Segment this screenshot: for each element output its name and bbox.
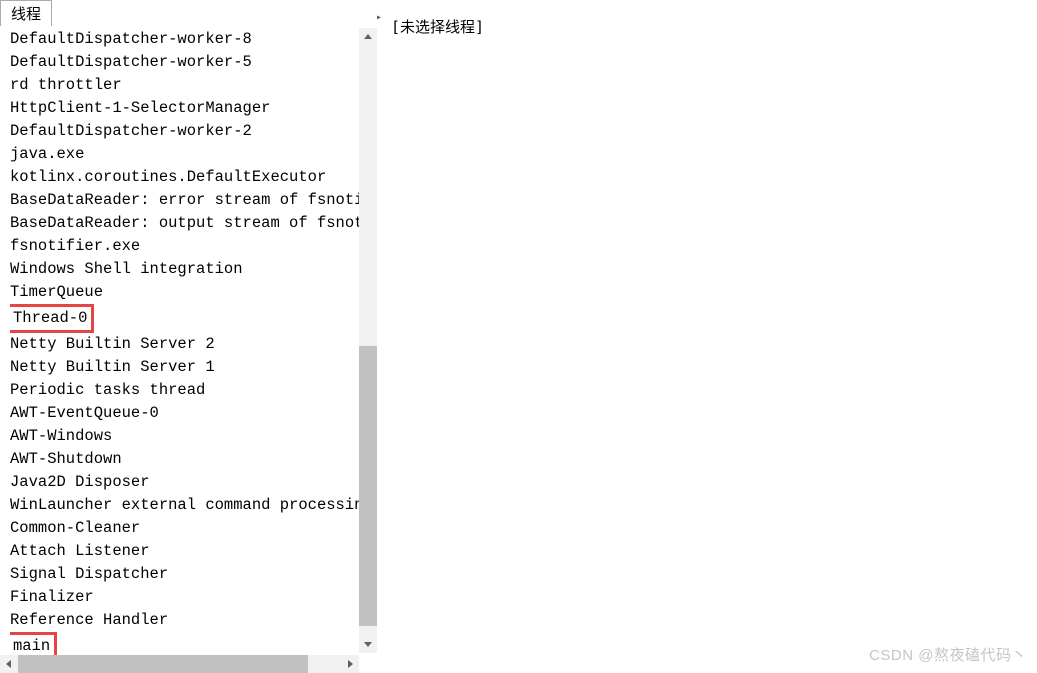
thread-list[interactable]: DefaultDispatcher-worker-8DefaultDispatc… [0,28,377,673]
caret-icon: ▸ [376,12,382,23]
thread-item[interactable]: Attach Listener [10,540,377,563]
tab-bar: 线程 [0,0,377,28]
thread-item[interactable]: Finalizer [10,586,377,609]
thread-item[interactable]: Java2D Disposer [10,471,377,494]
thread-item[interactable]: Netty Builtin Server 1 [10,356,377,379]
thread-item[interactable]: Periodic tasks thread [10,379,377,402]
thread-item[interactable]: java.exe [10,143,377,166]
horizontal-scrollbar[interactable] [0,655,359,673]
thread-item[interactable]: Common-Cleaner [10,517,377,540]
thread-item[interactable]: DefaultDispatcher-worker-5 [10,51,377,74]
vertical-scrollbar[interactable] [359,28,377,653]
thread-item[interactable]: DefaultDispatcher-worker-8 [10,28,377,51]
scroll-thumb-horizontal[interactable] [18,655,308,673]
thread-item[interactable]: BaseDataReader: output stream of fsnot [10,212,377,235]
thread-item[interactable]: Thread-0 [10,304,377,333]
watermark-text: CSDN @熬夜磕代码丶 [869,644,1027,665]
thread-item[interactable]: DefaultDispatcher-worker-2 [10,120,377,143]
scroll-down-icon[interactable] [359,635,377,653]
thread-item[interactable]: WinLauncher external command processin [10,494,377,517]
scroll-left-icon[interactable] [0,655,18,673]
thread-item[interactable]: fsnotifier.exe [10,235,377,258]
thread-item[interactable]: Reference Handler [10,609,377,632]
thread-item[interactable]: Netty Builtin Server 2 [10,333,377,356]
scroll-thumb-vertical[interactable] [359,346,377,626]
thread-item[interactable]: AWT-Shutdown [10,448,377,471]
thread-item[interactable]: AWT-Windows [10,425,377,448]
scroll-up-icon[interactable] [359,28,377,46]
thread-item[interactable]: kotlinx.coroutines.DefaultExecutor [10,166,377,189]
tab-threads[interactable]: 线程 [0,0,52,26]
thread-item[interactable]: HttpClient-1-SelectorManager [10,97,377,120]
thread-item[interactable]: TimerQueue [10,281,377,304]
thread-item[interactable]: rd throttler [10,74,377,97]
thread-item[interactable]: Windows Shell integration [10,258,377,281]
thread-item[interactable]: AWT-EventQueue-0 [10,402,377,425]
detail-panel: ▸ [未选择线程] [378,0,1037,673]
thread-item[interactable]: Signal Dispatcher [10,563,377,586]
thread-item[interactable]: BaseDataReader: error stream of fsnoti [10,189,377,212]
thread-panel: 线程 DefaultDispatcher-worker-8DefaultDisp… [0,0,378,673]
scroll-right-icon[interactable] [341,655,359,673]
thread-name-highlighted: Thread-0 [10,304,94,333]
no-selection-text: [未选择线程] [391,16,1032,37]
